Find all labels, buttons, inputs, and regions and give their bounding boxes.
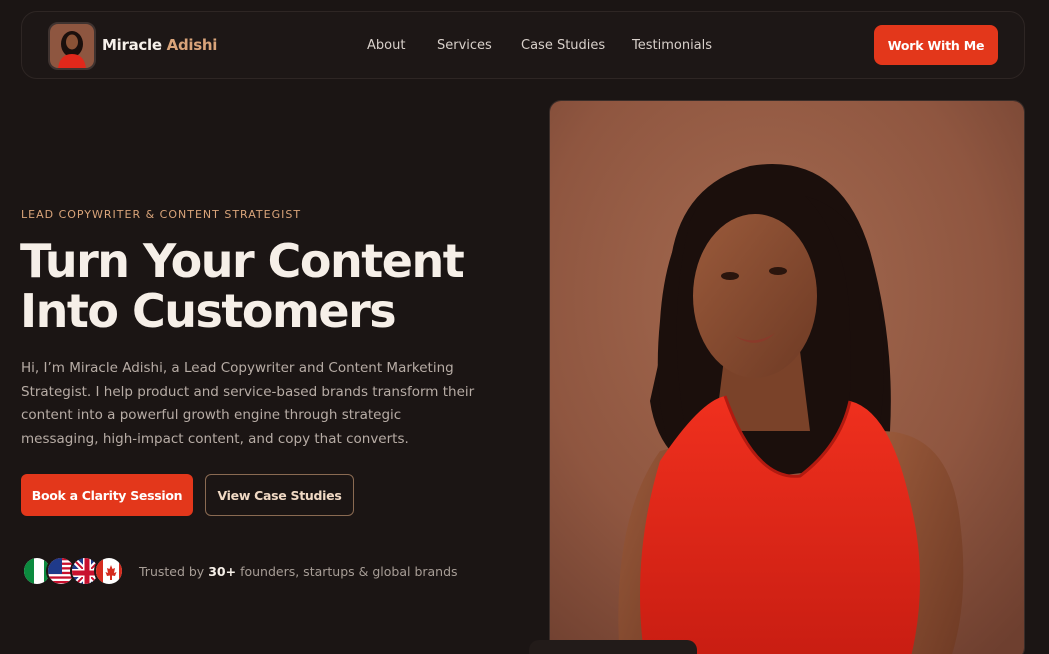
hero-headline-line-2: Into Customers bbox=[20, 284, 397, 338]
hero-portrait bbox=[549, 100, 1025, 654]
nav-link-about[interactable]: About bbox=[367, 38, 405, 53]
work-with-me-button[interactable]: Work With Me bbox=[874, 25, 998, 65]
view-case-studies-button[interactable]: View Case Studies bbox=[205, 474, 354, 516]
hero-headline: Turn Your Content Into Customers bbox=[20, 236, 540, 336]
floating-tab bbox=[529, 640, 697, 654]
brand-last-name: Adishi bbox=[166, 36, 218, 54]
trusted-prefix: Trusted by bbox=[139, 564, 205, 579]
book-clarity-session-button[interactable]: Book a Clarity Session bbox=[21, 474, 193, 516]
top-navbar: Miracle Adishi About Services Case Studi… bbox=[21, 11, 1025, 79]
brand-first-name: Miracle bbox=[102, 36, 162, 54]
trusted-count: 30+ bbox=[208, 564, 237, 579]
hero-intro: Hi, I’m Miracle Adishi, a Lead Copywrite… bbox=[21, 360, 475, 447]
nav-link-testimonials[interactable]: Testimonials bbox=[632, 38, 712, 53]
nav-link-case-studies[interactable]: Case Studies bbox=[521, 38, 605, 53]
brand-avatar[interactable] bbox=[48, 22, 96, 70]
brand-name[interactable]: Miracle Adishi bbox=[102, 36, 217, 54]
hero-eyebrow: LEAD COPYWRITER & CONTENT STRATEGIST bbox=[21, 208, 302, 221]
canada-flag-icon bbox=[94, 556, 124, 586]
trusted-suffix: founders, startups & global brands bbox=[240, 564, 458, 579]
trusted-by-text: Trusted by 30+ founders, startups & glob… bbox=[139, 564, 458, 579]
hero-headline-line-1: Turn Your Content bbox=[20, 234, 465, 288]
nav-link-services[interactable]: Services bbox=[437, 38, 492, 53]
